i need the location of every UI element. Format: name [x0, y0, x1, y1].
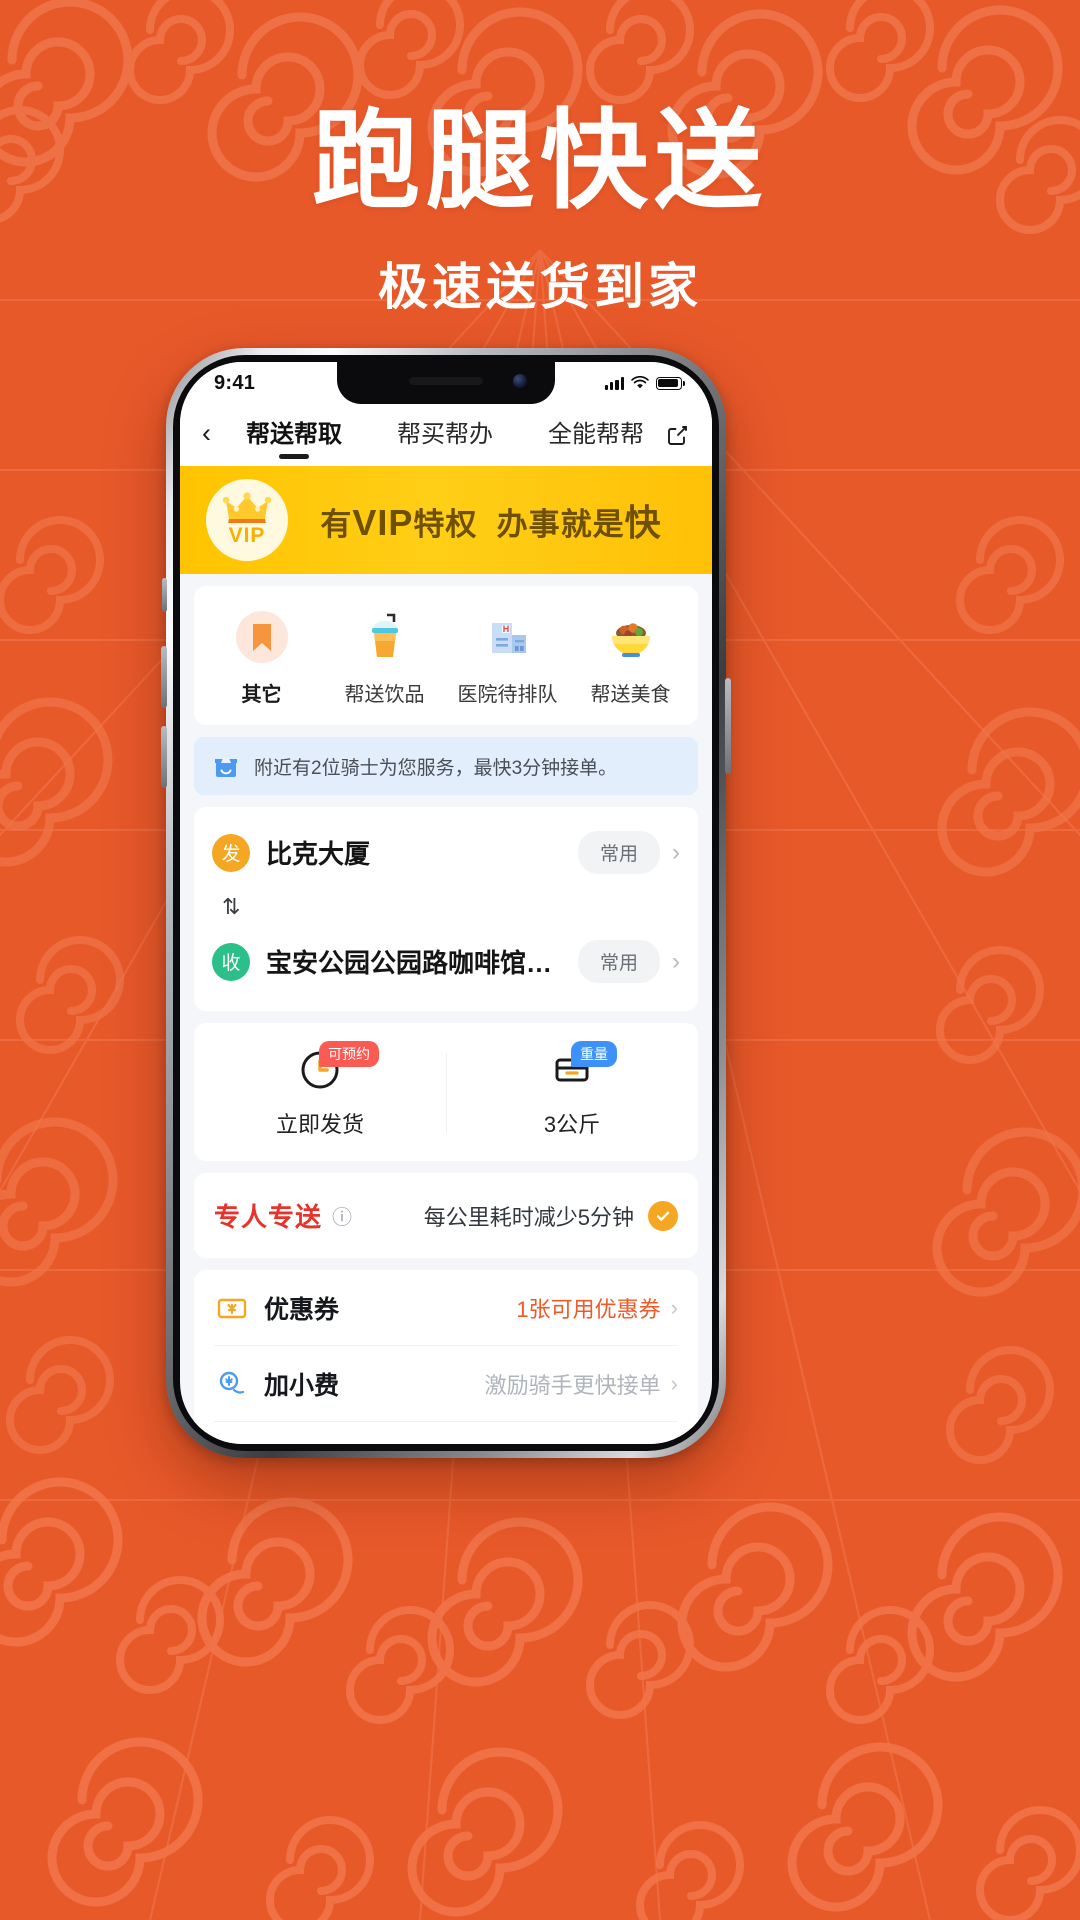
swap-row: ⇅	[194, 892, 698, 922]
rider-notice: 附近有2位骑士为您服务，最快3分钟接单。	[194, 737, 698, 795]
sender-tag[interactable]: 常用	[577, 831, 660, 874]
row-coupon[interactable]: 优惠券 1张可用优惠券 ›	[214, 1270, 678, 1346]
express-tag: 专人专送	[214, 1202, 323, 1232]
tab-song-qu[interactable]: 帮送帮取	[246, 414, 342, 456]
phone-screen: 9:41 ‹ 帮送帮取 帮买帮办 全能帮帮 VIP 有VIP特权 办事就是快 其…	[180, 362, 712, 1444]
vip-slogan-prefix: 有	[320, 507, 353, 542]
address-card: 发 比克大厦 常用 › ⇅ 收 宝安公园公园路咖啡馆… 常用 ›	[194, 807, 698, 1011]
receiver-badge: 收	[212, 942, 250, 981]
row-value: 1张可用优惠券	[516, 1296, 661, 1322]
row-label: 优惠券	[264, 1295, 340, 1324]
row-label: 订单备注	[264, 1442, 364, 1444]
nav-tabs: 帮送帮取 帮买帮办 全能帮帮	[236, 414, 650, 456]
weight-pill: 重量	[571, 1041, 617, 1067]
tab-mai-ban[interactable]: 帮买帮办	[397, 414, 493, 456]
service-label: 医院待排队	[457, 684, 558, 706]
address-row-receiver[interactable]: 收 宝安公园公园路咖啡馆… 常用 ›	[194, 922, 698, 1001]
service-category-card: 其它 帮送饮品 H 医院待排队 帮送美食	[194, 586, 698, 725]
row-tip[interactable]: 加小费 激励骑手更快接单 ›	[214, 1346, 678, 1422]
express-row[interactable]: 专人专送 ⓘ 每公里耗时减少5分钟	[194, 1173, 698, 1258]
app-nav-bar: ‹ 帮送帮取 帮买帮办 全能帮帮	[180, 404, 712, 466]
chevron-right-icon: ›	[670, 1294, 678, 1320]
page-title: 跑腿快送	[311, 100, 768, 221]
vip-badge-text: VIP	[228, 524, 266, 547]
status-icons	[604, 376, 685, 390]
option-label: 3公斤	[543, 1112, 601, 1137]
food-bowl-icon	[602, 608, 660, 666]
receiver-address: 宝安公园公园路咖啡馆…	[266, 948, 553, 978]
phone-notch	[337, 362, 555, 404]
drink-cup-icon	[356, 608, 414, 666]
page-subtitle: 极速送货到家	[378, 258, 702, 315]
swap-vertical-icon[interactable]: ⇅	[222, 894, 240, 920]
vip-slogan-accent: 快	[624, 502, 662, 543]
vip-banner[interactable]: VIP 有VIP特权 办事就是快	[180, 466, 712, 574]
vip-slogan-tail: 办事就是	[496, 507, 625, 542]
service-item-drink[interactable]: 帮送饮品	[323, 608, 446, 707]
service-label: 帮送美食	[590, 684, 671, 706]
svg-text:H: H	[502, 624, 509, 634]
address-row-sender[interactable]: 发 比克大厦 常用 ›	[194, 813, 698, 892]
chevron-right-icon: ›	[670, 1370, 678, 1396]
volume-up-button[interactable]	[161, 646, 167, 708]
row-note[interactable]: 订单备注 放门口，谢谢 ›	[214, 1422, 678, 1444]
vip-slogan-vip: VIP	[352, 502, 414, 543]
hospital-icon: H	[479, 608, 537, 666]
row-label: 加小费	[264, 1371, 340, 1400]
check-circle-icon[interactable]	[648, 1200, 678, 1231]
order-extras-card: 优惠券 1张可用优惠券 › 加小费 激励骑手更快接单 ›	[194, 1270, 698, 1444]
vip-slogan-mid: 特权	[413, 507, 478, 542]
receiver-tag[interactable]: 常用	[577, 940, 660, 983]
tab-quanneng[interactable]: 全能帮帮	[548, 414, 644, 456]
service-item-food[interactable]: 帮送美食	[569, 608, 692, 707]
front-camera-icon	[513, 374, 527, 388]
express-service-card[interactable]: 专人专送 ⓘ 每公里耗时减少5分钟	[194, 1173, 698, 1258]
delivery-options-card: 可预约 立即发货 重量 3公斤	[194, 1023, 698, 1161]
rider-notice-text: 附近有2位骑士为您服务，最快3分钟接单。	[254, 757, 618, 779]
tip-icon	[214, 1366, 250, 1402]
crown-icon	[223, 492, 271, 523]
option-weight[interactable]: 重量 3公斤	[446, 1041, 698, 1139]
chevron-right-icon: ›	[672, 838, 680, 866]
service-grid: 其它 帮送饮品 H 医院待排队 帮送美食	[194, 586, 698, 725]
status-time: 9:41	[214, 371, 256, 394]
power-button[interactable]	[725, 678, 731, 774]
poster-headline: 跑腿快送 极速送货到家	[0, 95, 1080, 319]
vip-slogan: 有VIP特权 办事就是快	[288, 494, 686, 546]
sender-address: 比克大厦	[266, 839, 371, 869]
coupon-icon	[214, 1290, 250, 1326]
chevron-left-icon[interactable]: ‹	[202, 420, 236, 450]
share-icon[interactable]	[650, 422, 690, 448]
sender-badge: 发	[212, 833, 250, 872]
delivery-box-icon	[215, 758, 237, 777]
service-item-other[interactable]: 其它	[200, 608, 323, 707]
service-label: 帮送饮品	[344, 684, 425, 706]
signal-bars-icon	[604, 376, 624, 390]
volume-down-button[interactable]	[161, 726, 167, 788]
wifi-icon	[631, 376, 649, 389]
earpiece-speaker-icon	[409, 377, 483, 385]
info-circle-icon[interactable]: ⓘ	[332, 1201, 352, 1230]
vip-badge: VIP	[206, 479, 288, 561]
phone-mockup: 9:41 ‹ 帮送帮取 帮买帮办 全能帮帮 VIP 有VIP特权 办事就是快 其…	[161, 348, 731, 1458]
battery-icon	[656, 376, 685, 390]
mute-switch[interactable]	[162, 578, 167, 612]
delivery-options: 可预约 立即发货 重量 3公斤	[194, 1023, 698, 1161]
service-item-hospital[interactable]: H 医院待排队	[446, 608, 569, 707]
service-label: 其它	[241, 684, 282, 706]
option-send-now[interactable]: 可预约 立即发货	[194, 1041, 446, 1139]
row-value: 激励骑手更快接单	[484, 1372, 661, 1398]
bookmark-icon	[233, 608, 291, 666]
option-label: 立即发货	[275, 1112, 364, 1137]
schedule-pill: 可预约	[319, 1041, 379, 1067]
chevron-right-icon: ›	[672, 947, 680, 975]
express-desc: 每公里耗时减少5分钟	[423, 1204, 634, 1230]
